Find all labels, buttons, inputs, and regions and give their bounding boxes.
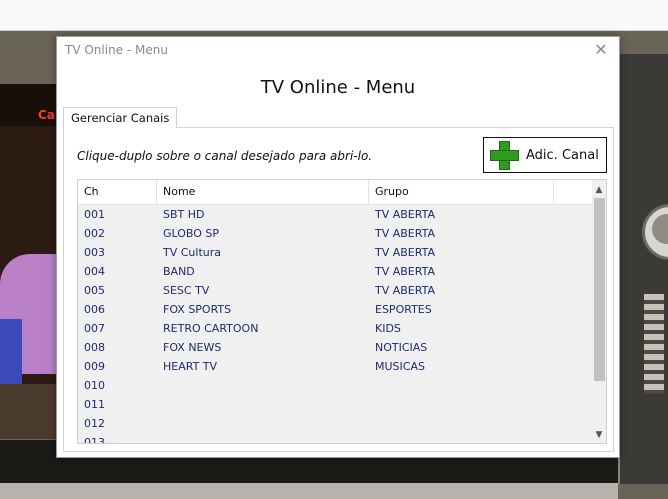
- cell-nome: FOX SPORTS: [163, 303, 232, 316]
- cell-grupo: KIDS: [375, 322, 401, 335]
- tv-speaker-grill: [644, 294, 664, 394]
- list-item[interactable]: 003 TV Cultura TV ABERTA: [78, 243, 592, 262]
- cell-nome: [157, 433, 163, 443]
- plus-icon: [489, 140, 519, 170]
- list-rows: 001 SBT HD TV ABERTA 002 GLOBO SP TV ABERTA 00…: [78, 205, 592, 444]
- column-header-ch[interactable]: Ch: [78, 180, 157, 204]
- cell-ch: 012: [84, 417, 105, 430]
- cell-ch: 007: [84, 322, 105, 335]
- cell-ch: 009: [84, 360, 105, 373]
- cell-nome: [157, 395, 163, 414]
- list-header: Ch Nome Grupo: [78, 180, 592, 205]
- list-item[interactable]: 011: [78, 395, 592, 414]
- tv-control-panel: [618, 54, 668, 484]
- page-title: TV Online - Menu: [260, 77, 416, 98]
- dialog-titlebar[interactable]: TV Online - Menu ✕: [57, 37, 619, 65]
- tab-gerenciar-canais[interactable]: Gerenciar Canais: [63, 107, 178, 128]
- list-item[interactable]: 006 FOX SPORTS ESPORTES: [78, 300, 592, 319]
- cell-grupo: [369, 395, 375, 414]
- cell-ch: 006: [84, 303, 105, 316]
- cell-grupo: [369, 414, 375, 433]
- cell-nome: TV Cultura: [163, 246, 221, 259]
- list-item[interactable]: 010: [78, 376, 592, 395]
- tv-floor: [0, 384, 62, 439]
- cell-grupo: TV ABERTA: [375, 284, 435, 297]
- vertical-scrollbar[interactable]: ▲ ▼: [592, 180, 606, 443]
- cell-grupo: TV ABERTA: [375, 246, 435, 259]
- cell-nome: SESC TV: [163, 284, 210, 297]
- list-item[interactable]: 005 SESC TV TV ABERTA: [78, 281, 592, 300]
- cell-nome: FOX NEWS: [163, 341, 222, 354]
- cell-ch: 010: [84, 379, 105, 392]
- cell-nome: GLOBO SP: [163, 227, 220, 240]
- cell-nome: RETRO CARTOON: [163, 322, 259, 335]
- list-item[interactable]: 009 HEART TV MUSICAS: [78, 357, 592, 376]
- dialog-window-title: TV Online - Menu: [65, 43, 168, 57]
- cell-grupo: MUSICAS: [375, 360, 425, 373]
- list-item[interactable]: 012: [78, 414, 592, 433]
- cell-grupo: NOTICIAS: [375, 341, 428, 354]
- channel-list[interactable]: Ch Nome Grupo 001 SBT HD TV ABERTA 002 GLOBO…: [77, 179, 607, 444]
- cell-ch: 011: [84, 398, 105, 411]
- scrollbar-thumb[interactable]: [594, 198, 605, 381]
- list-item[interactable]: 008 FOX NEWS NOTICIAS: [78, 338, 592, 357]
- cell-grupo: ESPORTES: [375, 303, 432, 316]
- cell-nome: SBT HD: [163, 208, 205, 221]
- cell-ch: 003: [84, 246, 105, 259]
- cell-nome: HEART TV: [163, 360, 218, 373]
- list-item[interactable]: 007 RETRO CARTOON KIDS: [78, 319, 592, 338]
- cell-ch: 008: [84, 341, 105, 354]
- menu-dialog: TV Online - Menu ✕ TV Online - Menu Gere…: [56, 36, 620, 458]
- close-icon[interactable]: ✕: [591, 40, 611, 60]
- scroll-up-icon[interactable]: ▲: [592, 183, 606, 197]
- cell-nome: BAND: [163, 265, 195, 278]
- cell-nome: [157, 414, 163, 433]
- add-channel-button[interactable]: Adic. Canal: [483, 137, 607, 173]
- cell-nome: [157, 376, 163, 395]
- list-item[interactable]: 013: [78, 433, 592, 444]
- cell-grupo: [369, 376, 375, 395]
- cell-ch: 004: [84, 265, 105, 278]
- cell-ch: 002: [84, 227, 105, 240]
- list-item[interactable]: 004 BAND TV ABERTA: [78, 262, 592, 281]
- cell-grupo: TV ABERTA: [375, 208, 435, 221]
- column-header-grupo[interactable]: Grupo: [369, 180, 554, 204]
- instruction-text: Clique-duplo sobre o canal desejado para…: [77, 149, 373, 163]
- add-channel-label: Adic. Canal: [526, 147, 599, 163]
- tv-bottom-bar: [0, 483, 618, 499]
- cell-grupo: [369, 433, 375, 443]
- cell-ch: 013: [84, 436, 105, 444]
- tab-panel: Clique-duplo sobre o canal desejado para…: [63, 127, 614, 452]
- cell-grupo: TV ABERTA: [375, 227, 435, 240]
- background-window-titlebar: [0, 0, 668, 31]
- tv-screen-topbar: Can: [0, 84, 62, 126]
- cell-ch: 001: [84, 208, 105, 221]
- tv-screen: Can: [0, 84, 62, 439]
- cell-grupo: TV ABERTA: [375, 265, 435, 278]
- cell-ch: 005: [84, 284, 105, 297]
- scroll-down-icon[interactable]: ▼: [592, 428, 606, 442]
- list-item[interactable]: 002 GLOBO SP TV ABERTA: [78, 224, 592, 243]
- list-item[interactable]: 001 SBT HD TV ABERTA: [78, 205, 592, 224]
- column-header-nome[interactable]: Nome: [157, 180, 369, 204]
